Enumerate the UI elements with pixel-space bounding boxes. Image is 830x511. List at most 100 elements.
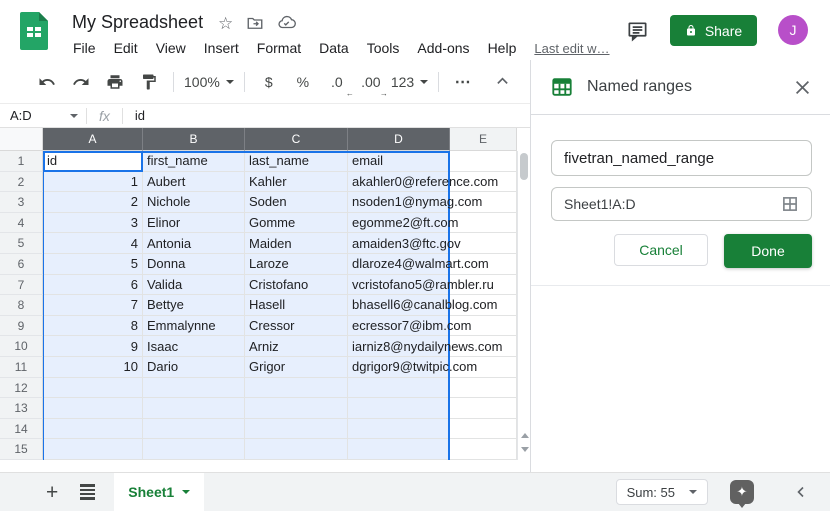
menu-help[interactable]: Help <box>479 40 526 56</box>
cell-E13[interactable] <box>450 398 517 419</box>
cell-D12[interactable] <box>348 378 450 399</box>
cell-B3[interactable]: Nichole <box>143 192 245 213</box>
cell-E15[interactable] <box>450 439 517 460</box>
cell-A8[interactable]: 7 <box>43 295 143 316</box>
cell-A11[interactable]: 10 <box>43 357 143 378</box>
cell-A2[interactable]: 1 <box>43 172 143 193</box>
row-header-5[interactable]: 5 <box>0 233 43 254</box>
cell-A7[interactable]: 6 <box>43 275 143 296</box>
row-header-8[interactable]: 8 <box>0 295 43 316</box>
cell-E14[interactable] <box>450 419 517 440</box>
cell-B9[interactable]: Emmalynne <box>143 316 245 337</box>
cell-C15[interactable] <box>245 439 348 460</box>
cell-C6[interactable]: Laroze <box>245 254 348 275</box>
decrease-decimal-button[interactable]: .0 ← <box>323 68 351 96</box>
last-edit-link[interactable]: Last edit w… <box>534 41 609 56</box>
cell-B1[interactable]: first_name <box>143 151 245 172</box>
row-header-14[interactable]: 14 <box>0 419 43 440</box>
cell-B6[interactable]: Donna <box>143 254 245 275</box>
cell-B2[interactable]: Aubert <box>143 172 245 193</box>
cell-A13[interactable] <box>43 398 143 419</box>
hide-menus-button[interactable] <box>488 68 516 96</box>
cell-C12[interactable] <box>245 378 348 399</box>
column-header-C[interactable]: C <box>245 128 348 151</box>
column-header-E[interactable]: E <box>450 128 517 151</box>
cell-D13[interactable] <box>348 398 450 419</box>
cell-D1[interactable]: email <box>348 151 450 172</box>
cell-E12[interactable] <box>450 378 517 399</box>
cell-D6[interactable]: dlaroze4@walmart.com <box>348 254 450 275</box>
print-button[interactable] <box>101 68 129 96</box>
cell-D2[interactable]: akahler0@reference.com <box>348 172 450 193</box>
cell-C2[interactable]: Kahler <box>245 172 348 193</box>
row-header-11[interactable]: 11 <box>0 357 43 378</box>
scroll-down-icon[interactable] <box>521 447 529 452</box>
row-header-7[interactable]: 7 <box>0 275 43 296</box>
menu-data[interactable]: Data <box>310 40 358 56</box>
explore-button[interactable]: ✦ <box>730 480 754 504</box>
cell-B13[interactable] <box>143 398 245 419</box>
cell-B8[interactable]: Bettye <box>143 295 245 316</box>
name-box[interactable]: A:D <box>0 108 86 123</box>
row-header-9[interactable]: 9 <box>0 316 43 337</box>
sum-dropdown[interactable]: Sum: 55 <box>616 479 708 505</box>
cell-C5[interactable]: Maiden <box>245 233 348 254</box>
cell-B4[interactable]: Elinor <box>143 213 245 234</box>
cell-A3[interactable]: 2 <box>43 192 143 213</box>
cell-C10[interactable]: Arniz <box>245 336 348 357</box>
undo-button[interactable] <box>33 68 61 96</box>
row-header-2[interactable]: 2 <box>0 172 43 193</box>
move-folder-icon[interactable] <box>246 14 264 32</box>
cell-A6[interactable]: 5 <box>43 254 143 275</box>
paint-format-button[interactable] <box>135 68 163 96</box>
format-currency-button[interactable]: $ <box>255 68 283 96</box>
cell-E1[interactable] <box>450 151 517 172</box>
star-icon[interactable]: ☆ <box>218 15 233 32</box>
row-header-12[interactable]: 12 <box>0 378 43 399</box>
cell-D9[interactable]: ecressor7@ibm.com <box>348 316 450 337</box>
cell-D4[interactable]: egomme2@ft.com <box>348 213 450 234</box>
collapse-panel-icon[interactable] <box>794 485 808 499</box>
vertical-scrollbar[interactable] <box>517 151 530 460</box>
number-format-select[interactable]: 123 <box>391 68 428 96</box>
cell-A9[interactable]: 8 <box>43 316 143 337</box>
menu-edit[interactable]: Edit <box>105 40 147 56</box>
cell-B15[interactable] <box>143 439 245 460</box>
add-sheet-button[interactable]: + <box>46 482 58 503</box>
cell-C13[interactable] <box>245 398 348 419</box>
cell-A5[interactable]: 4 <box>43 233 143 254</box>
cell-C3[interactable]: Soden <box>245 192 348 213</box>
row-header-1[interactable]: 1 <box>0 151 43 172</box>
menu-view[interactable]: View <box>147 40 195 56</box>
row-header-6[interactable]: 6 <box>0 254 43 275</box>
sheet-tab[interactable]: Sheet1 <box>114 473 204 511</box>
cell-A10[interactable]: 9 <box>43 336 143 357</box>
cell-B14[interactable] <box>143 419 245 440</box>
more-toolbar-button[interactable]: ⋯ <box>449 68 477 96</box>
cell-D3[interactable]: nsoden1@nymag.com <box>348 192 450 213</box>
redo-button[interactable] <box>67 68 95 96</box>
cell-D14[interactable] <box>348 419 450 440</box>
cell-D15[interactable] <box>348 439 450 460</box>
cell-D11[interactable]: dgrigor9@twitpic.com <box>348 357 450 378</box>
cell-D10[interactable]: iarniz8@nydailynews.com <box>348 336 450 357</box>
done-button[interactable]: Done <box>724 234 812 268</box>
cell-A4[interactable]: 3 <box>43 213 143 234</box>
increase-decimal-button[interactable]: .00 → <box>357 68 385 96</box>
range-reference-input[interactable]: Sheet1!A:D <box>551 187 812 221</box>
row-header-15[interactable]: 15 <box>0 439 43 460</box>
select-all-corner[interactable] <box>0 128 43 151</box>
cell-A14[interactable] <box>43 419 143 440</box>
cell-C4[interactable]: Gomme <box>245 213 348 234</box>
select-data-range-icon[interactable] <box>781 195 799 213</box>
range-name-input[interactable]: fivetran_named_range <box>551 140 812 176</box>
cell-C14[interactable] <box>245 419 348 440</box>
cell-D7[interactable]: vcristofano5@rambler.ru <box>348 275 450 296</box>
close-icon[interactable] <box>795 80 810 95</box>
column-header-B[interactable]: B <box>143 128 245 151</box>
column-header-D[interactable]: D <box>348 128 450 151</box>
cell-C11[interactable]: Grigor <box>245 357 348 378</box>
cell-B10[interactable]: Isaac <box>143 336 245 357</box>
cell-B12[interactable] <box>143 378 245 399</box>
cloud-status-icon[interactable] <box>277 14 296 32</box>
